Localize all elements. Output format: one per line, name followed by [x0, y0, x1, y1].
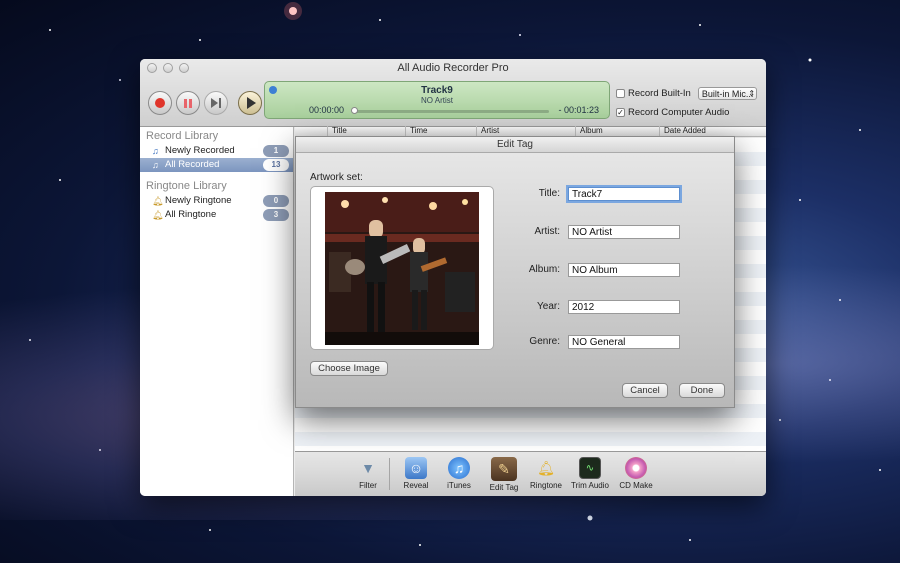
- record-button[interactable]: [148, 91, 172, 115]
- album-label: Album:: [528, 264, 560, 275]
- column-time[interactable]: Time: [405, 126, 427, 136]
- window-title: All Audio Recorder Pro: [397, 62, 509, 74]
- toolbar-separator: [389, 458, 390, 490]
- pause-icon: [184, 98, 192, 108]
- year-label: Year:: [537, 301, 560, 312]
- album-field[interactable]: NO Album: [568, 263, 680, 277]
- toolbar-label: Filter: [359, 481, 377, 490]
- record-builtin-label: Record Built-In: [628, 87, 691, 99]
- reveal-button[interactable]: ☺ Reveal: [393, 457, 439, 490]
- choose-image-button[interactable]: Choose Image: [310, 361, 388, 376]
- artist-field[interactable]: NO Artist: [568, 225, 680, 239]
- sidebar-item-label: Newly Recorded: [165, 145, 235, 156]
- progress-track: [353, 110, 549, 113]
- toolbar-label: iTunes: [447, 481, 471, 490]
- artwork-label: Artwork set:: [310, 172, 363, 183]
- remaining-time: - 00:01:23: [558, 105, 599, 115]
- column-date-added[interactable]: Date Added: [659, 126, 706, 136]
- sidebar-item-newly-ringtone[interactable]: 🔔︎ Newly Ringtone 0: [140, 194, 293, 208]
- column-title[interactable]: Title: [327, 126, 347, 136]
- now-playing-artist: NO Artist: [420, 96, 453, 105]
- toolbar-label: Reveal: [403, 481, 429, 490]
- sidebar-item-label: All Ringtone: [165, 209, 217, 220]
- toolbar-label: Ringtone: [529, 481, 563, 490]
- skip-next-button[interactable]: [204, 91, 228, 115]
- sidebar-item-newly-recorded[interactable]: ♫ Newly Recorded 1: [140, 144, 293, 158]
- trim-audio-button[interactable]: ∿ Trim Audio: [567, 457, 613, 490]
- genre-label: Genre:: [529, 336, 560, 347]
- artist-label: Artist:: [534, 226, 560, 237]
- sidebar-item-label: Newly Ringtone: [165, 195, 232, 206]
- music-note-icon: ♫: [152, 146, 159, 156]
- select-arrows-icon: ⇕: [748, 88, 756, 98]
- toolbar-label: CD Make: [619, 481, 653, 490]
- toolbar-label: Trim Audio: [571, 481, 609, 490]
- play-button[interactable]: [238, 91, 262, 115]
- sidebar-item-label: All Recorded: [165, 159, 220, 170]
- itunes-button[interactable]: ♫ iTunes: [436, 457, 482, 490]
- pause-button[interactable]: [176, 91, 200, 115]
- record-computer-audio-label: Record Computer Audio: [628, 106, 730, 118]
- edit-tag-button[interactable]: ✎ Edit Tag: [481, 457, 527, 492]
- trim-audio-icon: ∿: [579, 457, 601, 479]
- bottom-toolbar: ▼ Filter ☺ Reveal ♫ iTunes ✎ Edit Tag 🔔︎…: [295, 451, 766, 496]
- column-artist[interactable]: Artist: [476, 126, 499, 136]
- artwork-image: [325, 192, 479, 345]
- record-computer-audio-checkbox[interactable]: ✓: [616, 107, 625, 117]
- record-library-heading: Record Library: [146, 130, 219, 142]
- sidebar-item-all-recorded[interactable]: ♫ All Recorded 13: [140, 158, 293, 172]
- title-field[interactable]: Track7: [568, 187, 680, 201]
- elapsed-time: 00:00:00: [309, 105, 345, 115]
- dialog-title: Edit Tag: [296, 137, 734, 153]
- itunes-icon: ♫: [448, 457, 470, 479]
- filter-button[interactable]: ▼ Filter: [345, 457, 391, 490]
- now-playing-display: Track9 NO Artist 00:00:00 - 00:01:23: [264, 81, 610, 119]
- ringtone-library-heading: Ringtone Library: [146, 180, 227, 192]
- count-badge: 1: [263, 145, 289, 157]
- bell-icon: 🔔︎: [537, 459, 555, 476]
- title-bar: All Audio Recorder Pro Track9 NO Artist …: [140, 59, 766, 127]
- artwork-well[interactable]: [310, 186, 494, 350]
- edit-tag-dialog: Edit Tag Artwork set: Choose Image Title…: [295, 136, 735, 408]
- record-options: Record Built-In Built-in Mic... ⇕ ✓ Reco…: [616, 85, 758, 123]
- record-icon: [155, 98, 165, 108]
- ringtone-button[interactable]: 🔔︎ Ringtone: [523, 457, 569, 491]
- toolbar-label: Edit Tag: [489, 483, 519, 492]
- cancel-button[interactable]: Cancel: [622, 383, 668, 398]
- count-badge: 3: [263, 209, 289, 221]
- title-label: Title:: [538, 188, 560, 199]
- column-album[interactable]: Album: [575, 126, 603, 136]
- sidebar: Record Library ♫ Newly Recorded 1 ♫ All …: [140, 127, 294, 496]
- sidebar-item-all-ringtone[interactable]: 🔔︎ All Ringtone 3: [140, 208, 293, 222]
- cd-make-button[interactable]: CD Make: [613, 457, 659, 490]
- bell-icon: 🔔︎: [152, 196, 164, 206]
- finder-icon: ☺: [405, 457, 427, 479]
- skip-next-icon: [211, 98, 218, 108]
- cd-icon: [625, 457, 647, 479]
- now-playing-track: Track9: [421, 85, 453, 96]
- play-icon: [247, 97, 256, 109]
- bell-icon: 🔔︎: [152, 210, 164, 220]
- done-button[interactable]: Done: [679, 383, 725, 398]
- record-builtin-checkbox[interactable]: [616, 88, 625, 98]
- funnel-icon: ▼: [361, 460, 375, 476]
- year-field[interactable]: 2012: [568, 300, 680, 314]
- progress-slider-knob[interactable]: [351, 107, 358, 114]
- count-badge: 0: [263, 195, 289, 207]
- edit-tag-icon: ✎: [491, 457, 517, 481]
- count-badge: 13: [263, 159, 289, 171]
- music-note-icon: ♫: [152, 160, 159, 170]
- concert-photo: [325, 192, 479, 345]
- genre-field[interactable]: NO General: [568, 335, 680, 349]
